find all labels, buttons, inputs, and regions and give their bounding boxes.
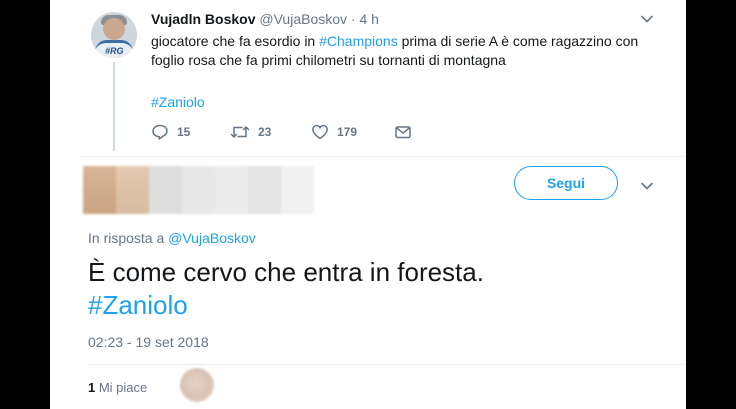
header-separator: ·	[350, 11, 356, 27]
tweet-time[interactable]: 4 h	[359, 11, 378, 27]
likes-summary[interactable]: 1 Mi piace	[88, 380, 147, 395]
chevron-down-icon[interactable]	[640, 179, 654, 193]
reply-icon	[152, 124, 168, 140]
reply-divider	[88, 364, 686, 365]
tweet-actions: 15 23 179	[151, 121, 451, 143]
reply-hashtag-link[interactable]: #Zaniolo	[88, 289, 188, 322]
avatar-tag: #RG	[105, 46, 124, 56]
author-name[interactable]: Vujadln Boskov	[151, 11, 256, 27]
hashtag-zaniolo-link[interactable]: #Zaniolo	[151, 93, 205, 111]
reply-count: 15	[177, 125, 191, 139]
tweet-header: Vujadln Boskov @VujaBoskov · 4 h	[151, 10, 379, 28]
likes-label: Mi piace	[95, 380, 148, 395]
direct-message-action[interactable]	[394, 121, 412, 143]
thread-line	[113, 62, 115, 151]
blurred-user-info	[83, 166, 314, 214]
hashtag-champions-link[interactable]: #Champions	[319, 33, 398, 49]
like-count: 179	[337, 125, 358, 139]
liker-avatar[interactable]	[180, 368, 214, 402]
retweet-icon	[230, 126, 250, 138]
direct-message-icon	[395, 126, 411, 139]
tweet-divider	[80, 156, 686, 157]
tweet-text-part: giocatore che fa esordio in	[151, 33, 320, 49]
reply-timestamp[interactable]: 02:23 - 19 set 2018	[88, 334, 209, 350]
like-icon	[312, 124, 328, 140]
author-avatar[interactable]: #RG	[91, 12, 137, 58]
tweet-panel: #RG Vujadln Boskov @VujaBoskov · 4 h gio…	[50, 0, 686, 409]
in-reply-to-label: In risposta a	[88, 230, 169, 246]
in-reply-to: In risposta a @VujaBoskov	[88, 230, 256, 246]
reply-action[interactable]: 15	[151, 121, 190, 143]
author-handle[interactable]: @VujaBoskov	[259, 11, 347, 27]
retweet-count: 23	[258, 125, 272, 139]
reply-text: È come cervo che entra in foresta.	[88, 257, 484, 287]
like-action[interactable]: 179	[311, 121, 357, 143]
tweet-text: giocatore che fa esordio in #Champions p…	[151, 32, 661, 70]
retweet-action[interactable]: 23	[230, 121, 271, 143]
reply-to-handle-link[interactable]: @VujaBoskov	[168, 230, 256, 246]
chevron-down-icon[interactable]	[640, 12, 654, 26]
follow-button[interactable]: Segui	[514, 166, 618, 200]
